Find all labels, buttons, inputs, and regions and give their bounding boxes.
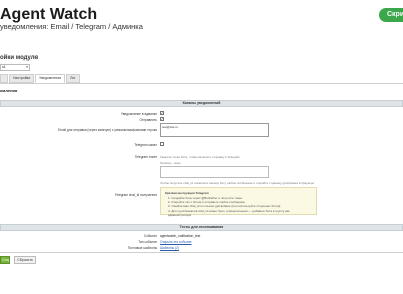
telegram-chat-label: Telegram chat_id получателя [114,193,157,197]
telegram-channel-checkbox[interactable] [160,142,164,146]
site-select-value: s1 [2,65,6,69]
tab-notifications[interactable]: Уведомления [35,74,66,83]
chevron-down-icon: ▾ [26,65,28,69]
tab-settings[interactable]: Настройки [9,74,35,83]
app-header: Agent Watch уведомления: Email / Telegra… [0,0,403,40]
telegram-token-hint: Укажите токен бота, чтобы включить отпра… [160,155,240,159]
mail-templates-link[interactable]: Шаблоны (2) [160,246,179,250]
note-item: 4. Для групп/каналов chat_id может быть … [168,208,290,217]
telegram-token-input[interactable] [160,166,269,178]
save-button[interactable]: Сохр [0,256,10,264]
tab-log[interactable]: Лог [66,74,80,83]
chat-footnote: Чтобы получить chat_id, напишите своему … [160,181,315,185]
group-header-tests: Тесты для отслеживания [0,224,403,231]
reset-button[interactable]: Сбросить [14,256,36,264]
gear-icon[interactable]: ⚙ [34,55,38,61]
tab-empty[interactable] [0,74,8,83]
form-footer [0,252,403,270]
send-checkbox[interactable]: ✓ [160,117,164,121]
emails-textarea[interactable]: test@site.ru [160,123,269,137]
admin-notify-checkbox[interactable]: ✓ [160,111,164,115]
header-action-button[interactable]: Скри [379,8,403,22]
note-title: Краткая инструкция Telegram [165,191,209,195]
event-label: Событие [143,234,157,238]
event-type-label: Тип событие [138,240,157,244]
telegram-channel-label: Telegram канал [134,143,157,147]
section-title: омления [0,88,18,93]
emails-label: Email для отправки (через запятую) с уни… [58,128,157,132]
telegram-instruction-note: Краткая инструкция Telegram 1. Создайте … [160,187,317,217]
send-label: Отправлять [139,118,157,122]
group-header-channels: Каналы уведомлений [0,100,403,107]
mail-templates-label: Почтовые шаблоны [127,246,157,250]
event-value: agentwatch_notification_test [160,234,201,238]
module-settings-title: ойки модуля [0,55,39,61]
settings-tabs: Настройки Уведомления Лог [0,74,81,83]
admin-notify-label: Уведомление в админке [120,112,157,116]
telegram-token-label: Telegram токен [134,155,157,159]
app-subtitle: уведомления: Email / Telegram / Админка [0,22,143,31]
event-type-link[interactable]: Открыть это событие [160,240,192,244]
site-select[interactable]: s1 ▾ [0,64,30,71]
chat-hint: Описать, темы [160,161,181,165]
